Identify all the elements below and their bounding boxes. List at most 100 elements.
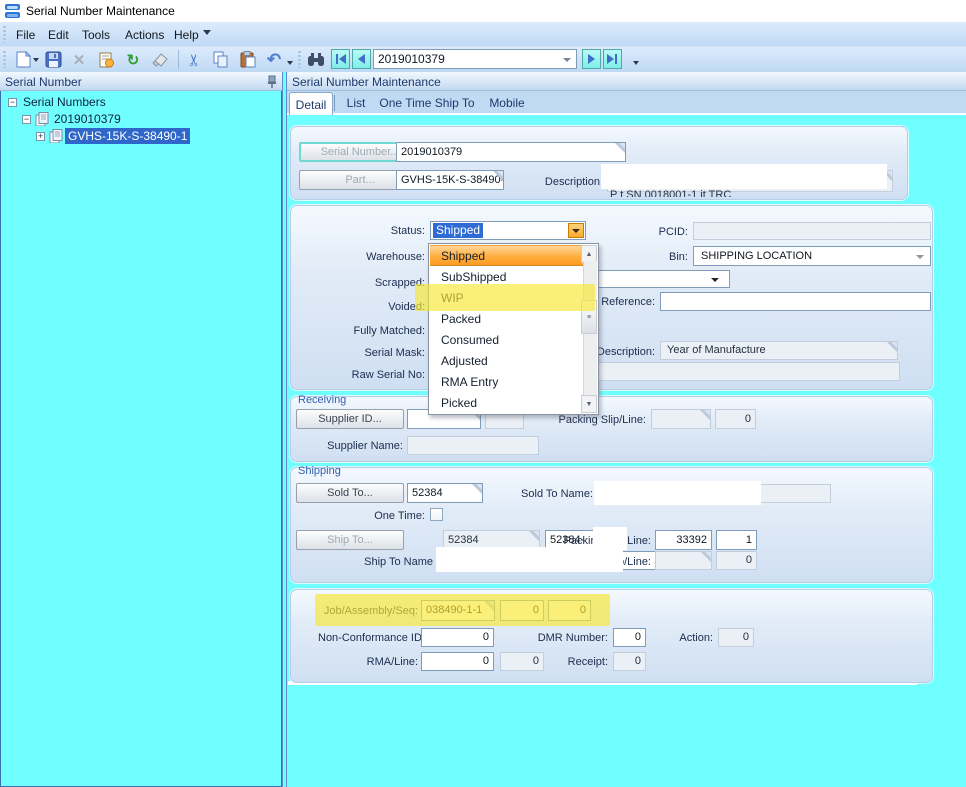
dropdown-item-wip[interactable]: WIP (430, 287, 583, 308)
dropdown-item-subshipped[interactable]: SubShipped (430, 266, 583, 287)
bin-dropdown-icon[interactable] (916, 255, 924, 259)
mask-description-field: Year of Manufacture (660, 341, 898, 360)
menu-edit[interactable]: Edit (44, 22, 73, 47)
nav-prev-icon (358, 54, 365, 64)
serial-number-field[interactable]: 2019010379 (396, 142, 626, 162)
title-bar: Serial Number Maintenance (0, 0, 966, 22)
nav-prev-button[interactable] (352, 49, 371, 69)
paste-button[interactable] (237, 49, 259, 70)
assembly-field[interactable]: 0 (500, 600, 544, 621)
tab-detail[interactable]: Detail (289, 92, 333, 116)
bin-label: Bin: (608, 251, 688, 263)
raw-serial-label: Raw Serial No: (325, 369, 425, 381)
action-field: 0 (718, 628, 754, 647)
main-header: Serial Number Maintenance (287, 72, 966, 91)
dmr-label: DMR Number: (508, 632, 608, 644)
tab-list[interactable]: List (339, 92, 373, 114)
tab-strip: Detail List One Time Ship To Mobile (287, 91, 966, 115)
status-combo[interactable]: Shipped (430, 221, 586, 240)
menu-file[interactable]: File (12, 22, 39, 47)
sold-to-field[interactable]: 52384 (407, 483, 483, 503)
copy-button[interactable] (210, 49, 232, 70)
new-button[interactable] (12, 49, 34, 70)
main-header-title: Serial Number Maintenance (292, 75, 441, 89)
window-title: Serial Number Maintenance (26, 4, 175, 18)
nav-next-button[interactable] (582, 49, 601, 69)
dropdown-scroll-thumb[interactable]: ≡ (581, 300, 597, 334)
find-icon (307, 52, 325, 67)
ship-to-button[interactable]: Ship To... (296, 530, 404, 550)
reference-field[interactable] (660, 292, 931, 311)
tree-serial-collapse-box[interactable]: − (22, 115, 31, 124)
delete-button[interactable]: ✕ (68, 49, 90, 70)
tree-root-collapse-box[interactable]: − (8, 98, 17, 107)
serial-tree: − Serial Numbers − 2019010379 + GVHS-15K… (0, 91, 282, 787)
dropdown-item-adjusted[interactable]: Adjusted (430, 350, 583, 371)
undo-dropdown-icon[interactable] (287, 61, 293, 65)
tab-separator (334, 95, 335, 111)
pcid-label: PCID: (608, 226, 688, 238)
shipping-packing-slip-field[interactable]: 33392 (655, 530, 712, 550)
nav-first-icon (335, 54, 346, 64)
fully-matched-label: Fully Matched: (325, 325, 425, 337)
scrapped-combo-dropdown-icon[interactable] (711, 278, 719, 282)
supplier-id-button[interactable]: Supplier ID... (296, 409, 404, 429)
tree-item-serial[interactable]: 2019010379 (54, 112, 121, 126)
dropdown-item-consumed[interactable]: Consumed (430, 329, 583, 350)
dropdown-item-shipped[interactable]: Shipped (430, 245, 583, 266)
menu-tools[interactable]: Tools (78, 22, 114, 47)
nav-first-button[interactable] (331, 49, 350, 69)
undo-button[interactable]: ↶ (263, 49, 285, 70)
menu-actions[interactable]: Actions (121, 22, 168, 47)
status-combo-dropdown-button[interactable] (568, 223, 584, 238)
refresh-button[interactable]: ↻ (122, 49, 144, 70)
save-icon (45, 51, 62, 68)
cut-icon: ✂ (185, 53, 205, 66)
receiving-packing-line-field: 0 (715, 409, 756, 429)
toolbar-grip-2 (298, 51, 301, 68)
clear-icon (151, 52, 168, 67)
one-time-checkbox[interactable] (430, 508, 443, 521)
record-combo-dropdown-icon[interactable] (563, 58, 571, 62)
tab-one-time-ship-to[interactable]: One Time Ship To (375, 92, 479, 114)
tree-item-root[interactable]: Serial Numbers (23, 95, 106, 109)
rma-label: RMA/Line: (318, 656, 418, 668)
print-button[interactable] (95, 49, 117, 70)
pin-icon[interactable] (267, 75, 277, 88)
menu-overflow-chevron-icon[interactable] (203, 30, 211, 35)
tab-mobile[interactable]: Mobile (483, 92, 531, 114)
job-field[interactable]: 038490-1-1 (421, 600, 495, 621)
tree-part-expand-box[interactable]: + (36, 132, 45, 141)
clear-button[interactable] (148, 49, 170, 70)
rma-field[interactable]: 0 (421, 652, 494, 671)
dropdown-item-packed[interactable]: Packed (430, 308, 583, 329)
new-dropdown-icon[interactable] (33, 58, 39, 62)
warehouse-label: Warehouse: (325, 251, 425, 263)
cut-button[interactable]: ✂ (184, 49, 206, 70)
ncr-field[interactable]: 0 (421, 628, 494, 647)
part-field[interactable]: GVHS-15K-S-38490-1 (396, 170, 504, 190)
sold-to-button[interactable]: Sold To... (296, 483, 404, 503)
menu-grip (3, 26, 6, 43)
tree-item-part[interactable]: GVHS-15K-S-38490-1 (65, 128, 190, 144)
dropdown-item-rma-entry[interactable]: RMA Entry (430, 371, 583, 392)
bin-combo[interactable]: SHIPPING LOCATION (693, 246, 931, 266)
description-redaction-overlay (601, 164, 887, 189)
nav-last-button[interactable] (603, 49, 622, 69)
toolbar-grip (3, 51, 6, 68)
save-button[interactable] (42, 49, 64, 70)
dropdown-scroll-down-button[interactable]: ▼ (581, 395, 597, 413)
serial-mask-label: Serial Mask: (325, 347, 425, 359)
seq-field[interactable]: 0 (548, 600, 591, 621)
find-button[interactable] (305, 49, 327, 70)
record-combo[interactable]: 2019010379 (373, 49, 577, 69)
shipping-packing-line-field[interactable]: 1 (716, 530, 757, 550)
shipping-caption: Shipping (296, 465, 343, 477)
menu-help[interactable]: Help (170, 22, 203, 47)
toolbar: ✕ ↻ ✂ (0, 47, 966, 73)
tree-panel-header: Serial Number (0, 72, 282, 91)
receiving-caption: Receiving (296, 394, 348, 406)
toolbar-overflow-icon[interactable] (633, 61, 639, 65)
print-icon (98, 51, 115, 68)
dropdown-item-picked[interactable]: Picked (430, 392, 583, 413)
